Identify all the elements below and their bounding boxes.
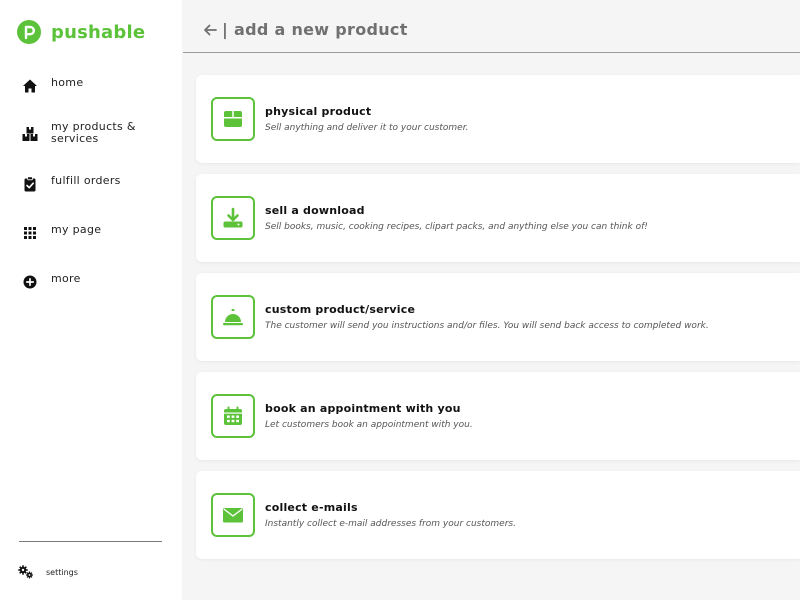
product-option-collect-emails[interactable]: collect e-mails Instantly collect e-mail… [196,471,800,559]
card-icon-frame [211,295,255,339]
back-arrow-icon[interactable] [202,22,218,38]
settings-button[interactable]: settings [18,565,78,579]
card-icon-frame [211,493,255,537]
sidebar-item-my-page[interactable]: my page [22,224,172,241]
card-icon-frame [211,394,255,438]
card-icon-frame [211,196,255,240]
card-title: custom product/service [265,303,416,316]
sidebar-item-home[interactable]: home [22,77,172,94]
sidebar-item-label: my products & services [51,120,136,145]
card-description: Sell books, music, cooking recipes, clip… [265,222,648,232]
pushable-logo-icon [17,20,41,44]
product-option-physical[interactable]: physical product Sell anything and deliv… [196,75,800,163]
card-description: Let customers book an appointment with y… [265,420,473,430]
sidebar-divider [19,541,162,542]
sidebar-item-my-products[interactable]: my products & services [22,121,172,145]
product-option-appointment[interactable]: book an appointment with you Let custome… [196,372,800,460]
boxes-icon [22,127,38,141]
calendar-icon [224,406,242,425]
card-title: collect e-mails [265,501,358,514]
box-icon [224,111,242,127]
card-icon-frame [211,97,255,141]
settings-label: settings [46,567,78,577]
download-icon [223,207,243,228]
page-title: | add a new product [222,20,408,39]
brand[interactable]: pushable [17,20,145,44]
card-description: Instantly collect e-mail addresses from … [265,519,516,529]
plus-circle-icon [23,275,37,289]
card-title: physical product [265,105,372,118]
home-icon [23,79,37,93]
sidebar-item-label: more [51,272,81,285]
grid-icon [24,227,36,239]
product-option-custom-service[interactable]: custom product/service The customer will… [196,273,800,361]
envelope-icon [223,508,243,523]
card-description: Sell anything and deliver it to your cus… [265,123,469,133]
sidebar: pushable home my products & services ful… [0,0,182,600]
sidebar-item-fulfill-orders[interactable]: fulfill orders [22,175,172,192]
service-bell-icon [223,309,243,326]
sidebar-item-label: fulfill orders [51,174,121,187]
sidebar-item-label: home [51,76,84,89]
card-title: sell a download [265,204,365,217]
gears-icon [18,565,33,579]
page-header: | add a new product [183,0,800,53]
brand-name: pushable [51,21,146,43]
clipboard-check-icon [24,176,36,192]
card-title: book an appointment with you [265,402,461,415]
sidebar-item-more[interactable]: more [22,273,172,290]
product-option-download[interactable]: sell a download Sell books, music, cooki… [196,174,800,262]
card-description: The customer will send you instructions … [265,321,709,331]
sidebar-item-label: my page [51,223,102,236]
